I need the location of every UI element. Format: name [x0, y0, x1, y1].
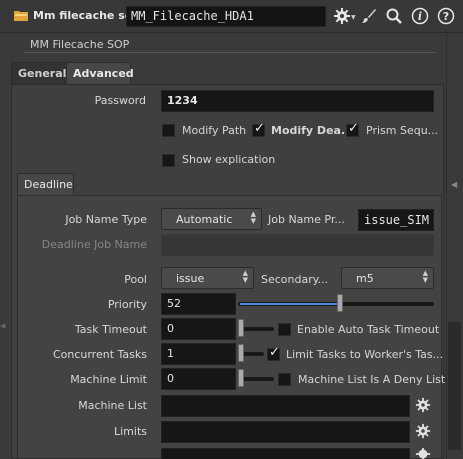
info-icon[interactable]: i	[410, 6, 430, 26]
folder-icon	[14, 11, 28, 21]
help-icon[interactable]: ?	[436, 6, 456, 26]
priority-slider-handle[interactable]	[337, 294, 343, 312]
secondary-pool-dropdown[interactable]: m5 ▲ ▼	[341, 267, 434, 289]
node-name-field[interactable]: MM_Filecache_HDA1	[126, 6, 326, 27]
brush-icon[interactable]	[359, 6, 379, 26]
updown-arrow-icon: ▲ ▼	[242, 269, 248, 284]
job-name-prefix-field[interactable]: issue_SIM	[358, 209, 434, 231]
limits-field[interactable]	[161, 421, 410, 443]
machine-limit-slider-handle[interactable]	[238, 369, 244, 387]
search-icon[interactable]	[384, 6, 404, 26]
machine-limit-field[interactable]: 0	[161, 368, 236, 390]
concurrent-tasks-field[interactable]: 1	[161, 343, 236, 365]
machine-list-deny-label: Machine List Is A Deny List	[298, 373, 446, 386]
tab-general[interactable]: General	[11, 62, 66, 84]
priority-label: Priority	[107, 298, 147, 311]
priority-field[interactable]: 52	[161, 293, 236, 315]
show-explication-checkbox[interactable]	[162, 154, 175, 167]
limit-tasks-label: Limit Tasks to Worker's Tas...	[286, 348, 444, 361]
help-glyph: ?	[442, 9, 450, 23]
pool-value: issue	[176, 272, 205, 285]
next-row-field[interactable]	[161, 448, 410, 459]
concurrent-tasks-label: Concurrent Tasks	[52, 348, 147, 361]
pool-label: Pool	[124, 273, 147, 286]
deadline-job-name-field[interactable]	[161, 234, 434, 256]
parameter-header: Mm filecache sop MM_Filecache_HDA1 ▼ i ?	[0, 0, 463, 33]
scrollbar-thumb[interactable]	[448, 322, 461, 450]
job-name-prefix-label: Job Name Pr...	[268, 213, 345, 226]
secondary-pool-value: m5	[356, 272, 374, 285]
task-timeout-label: Task Timeout	[74, 323, 147, 336]
task-timeout-slider-handle[interactable]	[238, 319, 244, 337]
next-row-gear-icon[interactable]	[414, 448, 432, 459]
machine-list-gear-icon[interactable]	[414, 396, 432, 414]
job-name-type-label: Job Name Type	[65, 213, 147, 226]
updown-arrow-icon: ▲ ▼	[422, 269, 428, 284]
machine-list-deny-checkbox[interactable]	[278, 373, 291, 386]
gear-icon[interactable]	[332, 6, 352, 26]
machine-limit-label: Machine Limit	[70, 373, 147, 386]
prism-sequence-checkbox[interactable]: ✓	[346, 121, 359, 137]
modify-deadline-label: Modify Dea...	[271, 124, 354, 137]
job-name-type-dropdown[interactable]: Automatic ▲ ▼	[161, 208, 262, 230]
machine-list-field[interactable]	[161, 395, 410, 417]
modify-path-checkbox[interactable]	[162, 124, 175, 137]
enable-auto-task-timeout-label: Enable Auto Task Timeout	[297, 323, 440, 336]
tab-advanced[interactable]: Advanced	[66, 62, 134, 84]
secondary-pool-label: Secondary...	[261, 273, 329, 286]
info-glyph: i	[417, 9, 423, 23]
node-type-label: Mm filecache sop	[33, 9, 141, 22]
scroll-marker-icon: ◀	[451, 180, 458, 189]
modify-path-label: Modify Path	[182, 124, 247, 137]
job-name-type-value: Automatic	[176, 213, 233, 226]
checkmark-icon: ✓	[269, 345, 280, 360]
tab-deadline[interactable]: Deadline	[17, 173, 74, 195]
machine-list-label: Machine List	[78, 399, 147, 412]
concurrent-tasks-slider-handle[interactable]	[238, 344, 244, 362]
limits-label: Limits	[114, 425, 147, 438]
password-label: Password	[94, 94, 146, 107]
sop-title: MM Filecache SOP	[30, 38, 130, 51]
prism-sequence-label: Prism Sequ...	[366, 124, 439, 137]
checkmark-icon: ✓	[348, 121, 359, 136]
password-field[interactable]: 1234	[161, 90, 434, 112]
show-explication-label: Show explication	[182, 153, 276, 166]
left-edge-marker-icon: ◀	[0, 322, 6, 330]
limits-gear-icon[interactable]	[414, 422, 432, 440]
priority-slider-fill	[240, 303, 340, 305]
modify-deadline-checkbox[interactable]: ✓	[252, 121, 265, 137]
enable-auto-task-timeout-checkbox[interactable]	[278, 323, 291, 336]
limit-tasks-checkbox[interactable]: ✓	[267, 345, 280, 361]
checkmark-icon: ✓	[254, 121, 265, 136]
task-timeout-field[interactable]: 0	[161, 318, 236, 340]
chevron-down-icon[interactable]: ▼	[351, 14, 356, 21]
deadline-job-name-label: Deadline Job Name	[41, 238, 147, 251]
updown-arrow-icon: ▲ ▼	[250, 210, 256, 225]
pool-dropdown[interactable]: issue ▲ ▼	[161, 267, 254, 289]
title-divider	[24, 52, 435, 53]
